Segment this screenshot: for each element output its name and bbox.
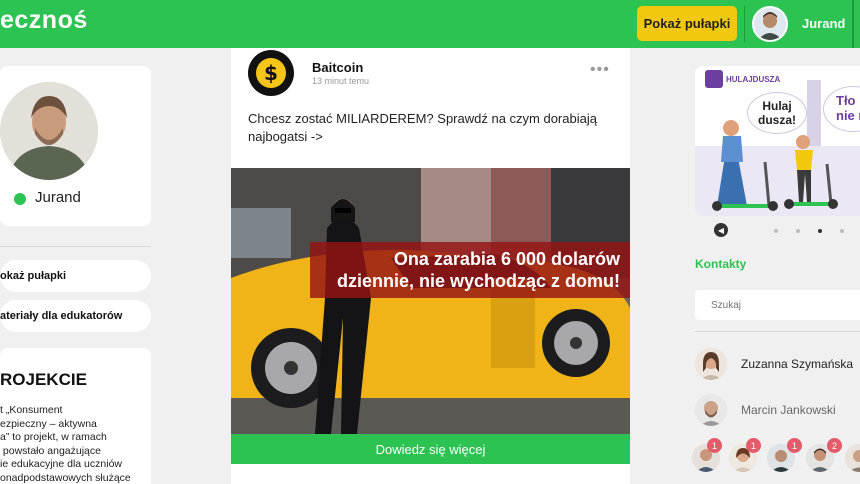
user-photo-icon [845, 444, 860, 472]
show-traps-button[interactable]: Pokaż pułapki [637, 6, 737, 41]
user-photo-icon [695, 394, 727, 426]
feed-post: $ Baitcoin 13 minut temu ••• Chcesz zost… [231, 48, 630, 484]
more-horizontal-icon[interactable]: ••• [590, 61, 610, 79]
unread-badge: 1 [746, 438, 761, 453]
carousel-dot[interactable] [774, 229, 778, 233]
ad-banner[interactable]: HULAJDUSZA Hulaj dusza! Tło nie m [695, 66, 860, 216]
contacts-divider [695, 331, 860, 332]
carousel-dot[interactable] [796, 229, 800, 233]
post-author-avatar[interactable]: $ [248, 50, 294, 96]
header-user-avatar[interactable] [752, 6, 788, 42]
sports-car-photo-icon [231, 168, 630, 434]
projects-description: t „Konsument ezpieczny – aktywna a” to p… [0, 404, 131, 484]
header-edge-divider [852, 0, 854, 48]
ad-overlay-headline: Ona zarabia 6 000 dolarów dziennie, nie … [310, 242, 630, 298]
unread-badge: 2 [827, 438, 842, 453]
user-photo-icon [695, 348, 727, 380]
sidebar-item-educator-materials[interactable]: ateriały dla edukatorów [0, 300, 151, 332]
post-text: Chcesz zostać MILIARDEREM? Sprawdź na cz… [248, 111, 597, 144]
sidebar-item-show-traps[interactable]: okaż pułapki [0, 260, 151, 292]
profile-avatar[interactable] [0, 82, 98, 180]
contact-name: Zuzanna Szymańska [741, 357, 854, 371]
profile-name[interactable]: Jurand [35, 189, 81, 206]
header-user-name[interactable]: Jurand [802, 16, 845, 31]
carousel-prev-arrow-icon[interactable]: ◀ [714, 223, 728, 237]
ad-brand-name: HULAJDUSZA [726, 74, 781, 84]
contact-avatar [695, 394, 727, 426]
post-author-name[interactable]: Baitcoin [312, 60, 363, 75]
ad-brand-logo: HULAJDUSZA [705, 70, 780, 88]
contacts-title: Kontakty [695, 257, 747, 271]
user-photo-icon [754, 8, 786, 40]
contacts-search-input[interactable] [695, 290, 860, 320]
scooter-logo-icon [705, 70, 723, 88]
learn-more-button[interactable]: Dowiedz się więcej [231, 434, 630, 464]
unread-badge: 1 [787, 438, 802, 453]
contact-item[interactable]: Marcin Jankowski [695, 394, 860, 426]
scooter-illustration-icon [695, 66, 860, 216]
contact-name: Marcin Jankowski [741, 403, 836, 417]
projects-title: ROJEKCIE [0, 370, 87, 389]
carousel-dot[interactable] [840, 229, 844, 233]
top-navigation-bar: ecznoś Pokaż pułapki Jurand [0, 0, 860, 48]
user-photo-icon [0, 82, 98, 180]
chat-head-avatar[interactable] [845, 444, 860, 472]
ad-speech-bubble-1: Hulaj dusza! [747, 92, 807, 134]
unread-badge: 1 [707, 438, 722, 453]
contact-item[interactable]: Zuzanna Szymańska [695, 348, 860, 380]
online-status-dot [14, 193, 26, 205]
header-divider [744, 6, 745, 42]
sidebar-divider [0, 246, 151, 247]
projects-card: ROJEKCIE t „Konsument ezpieczny – aktywn… [0, 348, 151, 484]
contact-avatar [695, 348, 727, 380]
post-timestamp: 13 minut temu [312, 76, 370, 86]
carousel-dot-active[interactable] [818, 229, 822, 233]
post-image[interactable] [231, 168, 630, 434]
site-logo[interactable]: ecznoś [0, 6, 88, 35]
coin-dollar-icon: $ [256, 58, 286, 88]
